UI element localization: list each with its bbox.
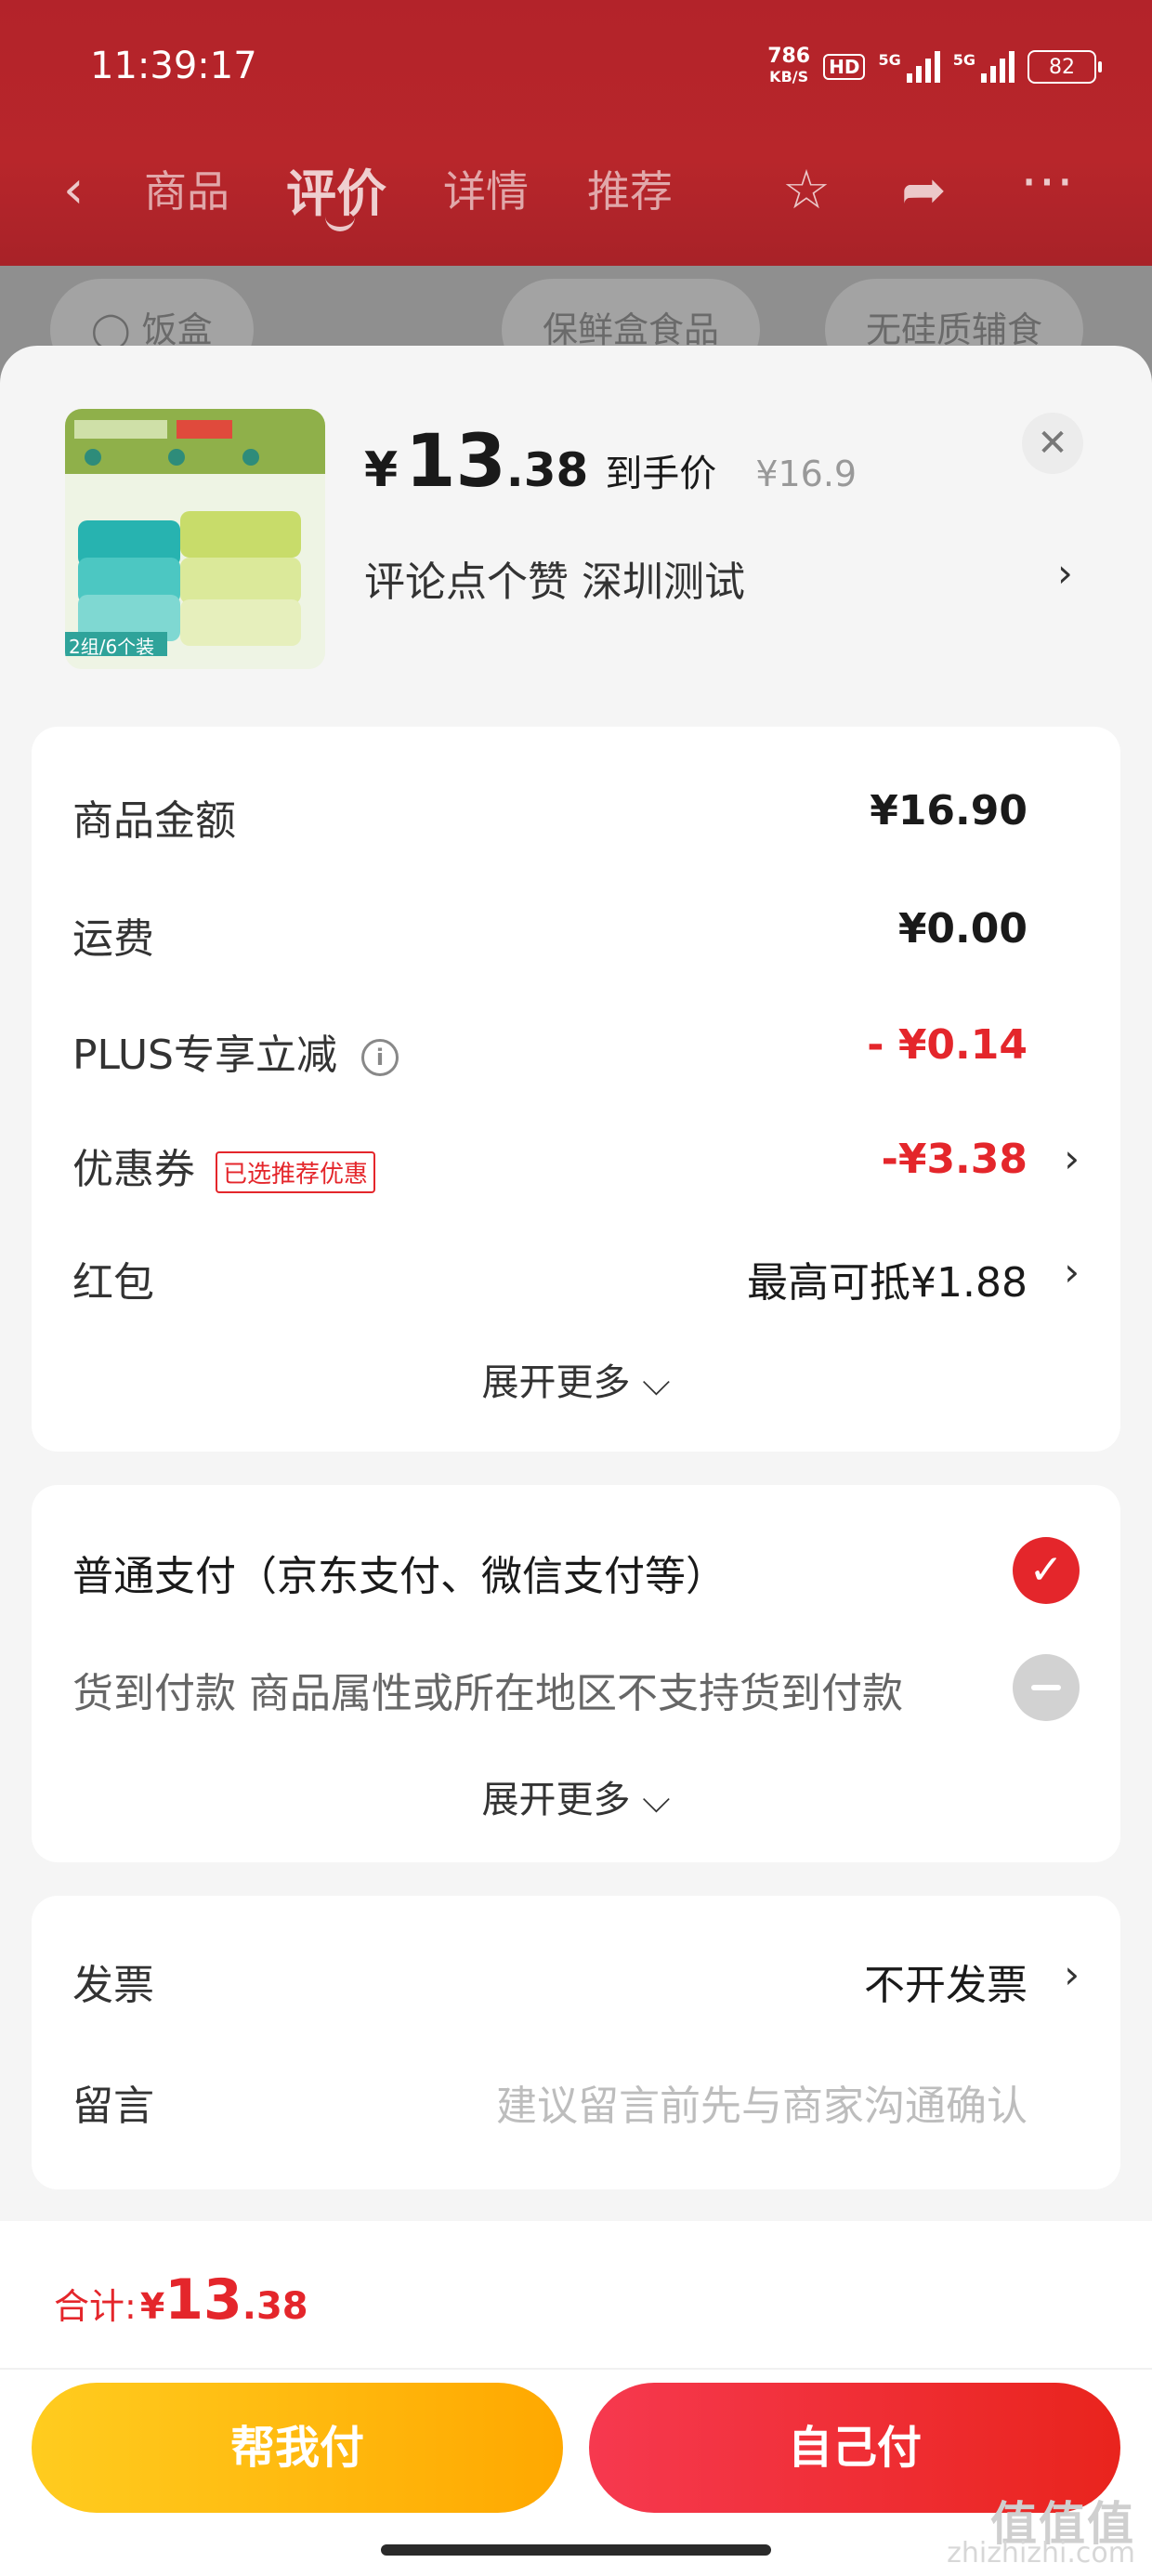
chevron-right-icon: › xyxy=(1064,1249,1080,1295)
chevron-right-icon: › xyxy=(1064,1136,1080,1181)
help-pay-button[interactable]: 帮我付 xyxy=(32,2383,563,2513)
more-icon[interactable]: ⋯ xyxy=(1020,149,1078,212)
original-price: ¥16.9 xyxy=(755,453,857,494)
search-icon: ◯ xyxy=(91,309,131,350)
hd-icon: HD xyxy=(823,54,866,80)
price-block: ¥ 13 .38 到手价 ¥16.9 xyxy=(364,420,857,504)
tab-recommend[interactable]: 推荐 xyxy=(587,158,673,219)
close-icon[interactable]: ✕ xyxy=(1022,413,1083,474)
tab-product[interactable]: 商品 xyxy=(144,158,229,219)
signal-icon: 5G xyxy=(878,51,940,83)
checked-icon[interactable]: ✓ xyxy=(1013,1537,1080,1604)
total-price: 合计: ¥ 13 .38 xyxy=(54,2267,308,2333)
self-pay-button[interactable]: 自己付 xyxy=(589,2383,1120,2513)
home-indicator xyxy=(381,2544,771,2556)
chevron-right-icon: › xyxy=(1064,1952,1080,1997)
chevron-right-icon[interactable]: › xyxy=(1057,550,1073,596)
star-icon[interactable]: ☆ xyxy=(782,158,831,221)
status-icons: 786 KB/S HD 5G 5G 82 xyxy=(767,45,1102,87)
expand-more-button[interactable]: 展开更多 ⌵ xyxy=(32,1769,1120,1823)
chevron-down-icon: ⌵ xyxy=(642,1361,671,1404)
watermark: 值值值 zhizhizhi.com xyxy=(947,2497,1135,2569)
disabled-icon xyxy=(1013,1654,1080,1721)
active-tab-indicator xyxy=(325,214,355,231)
product-spec[interactable]: 评论点个赞 深圳测试 xyxy=(364,548,745,608)
expand-more-button[interactable]: 展开更多 ⌵ xyxy=(32,1352,1120,1406)
product-pack-label: 2组/6个装 xyxy=(69,636,155,658)
signal-icon-2: 5G xyxy=(953,51,1015,83)
battery-icon: 82 xyxy=(1028,50,1102,84)
cost-summary-card: 商品金额 ¥16.90 运费 ¥0.00 PLUS专享立减 i - ¥0.14 优… xyxy=(32,727,1120,1452)
back-icon[interactable]: ‹ xyxy=(63,160,84,220)
message-input[interactable]: 建议留言前先与商家沟通确认 xyxy=(496,2072,1028,2132)
payment-method-card: 普通支付（京东支付、微信支付等） ✓ 货到付款 商品属性或所在地区不支持货到付款… xyxy=(32,1485,1120,1862)
share-icon[interactable]: ➦ xyxy=(901,158,947,221)
product-thumbnail: 2组/6个装 xyxy=(65,409,325,669)
app-header: 11:39:17 786 KB/S HD 5G 5G 82 ‹ 商品 评价 详情… xyxy=(0,0,1152,266)
info-icon[interactable]: i xyxy=(361,1039,399,1076)
tab-details[interactable]: 详情 xyxy=(443,158,529,219)
coupon-tag: 已选推荐优惠 xyxy=(216,1150,376,1193)
divider xyxy=(0,2368,1152,2370)
network-speed: 786 KB/S xyxy=(767,45,811,86)
extras-card: 发票 不开发票 › 留言 建议留言前先与商家沟通确认 xyxy=(32,1896,1120,2189)
chevron-down-icon: ⌵ xyxy=(642,1779,671,1821)
top-nav: ‹ 商品 评价 详情 推荐 ☆ ➦ ⋯ xyxy=(0,149,1152,231)
status-time: 11:39:17 xyxy=(90,45,257,87)
